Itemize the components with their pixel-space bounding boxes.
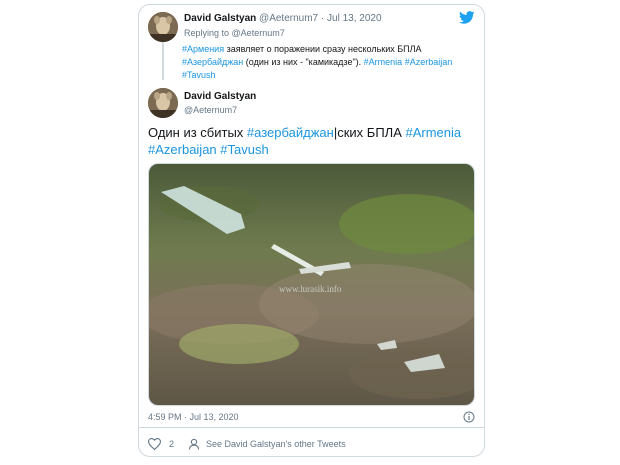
main-text-part: Один из сбитых	[148, 125, 247, 140]
reply-tweet-text: #Армения заявляет о поражении сразу неск…	[182, 43, 478, 82]
like-count: 2	[169, 439, 175, 449]
replying-to-handle[interactable]: @Aeternum7	[232, 28, 285, 38]
hashtag-link[interactable]: #Армения	[182, 44, 224, 54]
main-author-handle[interactable]: @Aeternum7	[184, 105, 237, 115]
photo-watermark: www.lurasik.info	[279, 284, 342, 294]
reply-text-part: (один из них - "камикадзе").	[243, 57, 364, 67]
avatar[interactable]	[148, 12, 178, 42]
separator: ·	[318, 13, 328, 24]
hashtag-link[interactable]: #Азербайджан	[182, 57, 243, 67]
main-author-name[interactable]: David Galstyan	[184, 91, 256, 102]
tweet-date[interactable]: Jul 13, 2020	[327, 13, 382, 24]
hashtag-link[interactable]: #Azerbaijan	[405, 57, 453, 67]
hashtag-link[interactable]: #Tavush	[182, 70, 216, 80]
hashtag-link[interactable]: #Armenia	[364, 57, 403, 67]
tweet-photo[interactable]: www.lurasik.info	[148, 163, 475, 406]
tweet-actions: 2 See David Galstyan's other Tweets	[148, 438, 346, 450]
main-tweet-text: Один из сбитых #азербайджан|ских БПЛА #A…	[148, 124, 478, 158]
reply-author-line: David Galstyan @Aeternum7 · Jul 13, 2020	[184, 13, 382, 24]
replying-to-line: Replying to @Aeternum7	[184, 28, 285, 38]
reply-text-part: заявляет о поражении сразу нескольких БП…	[224, 44, 422, 54]
hashtag-link[interactable]: #Armenia	[405, 125, 461, 140]
tweet-timestamp[interactable]: 4:59 PM · Jul 13, 2020	[148, 412, 239, 422]
info-icon[interactable]	[463, 410, 475, 428]
other-tweets-label: See David Galstyan's other Tweets	[206, 439, 346, 449]
main-text-part: |ских БПЛА	[333, 125, 406, 140]
hashtag-link[interactable]: #Azerbaijan	[148, 142, 217, 157]
avatar[interactable]	[148, 88, 178, 118]
replying-to-label: Replying to	[184, 28, 230, 38]
other-tweets-link[interactable]: See David Galstyan's other Tweets	[188, 438, 346, 450]
heart-icon	[148, 438, 161, 450]
author-handle[interactable]: @Aeternum7	[259, 13, 318, 24]
hashtag-link[interactable]: #Tavush	[220, 142, 268, 157]
author-name[interactable]: David Galstyan	[184, 13, 256, 24]
like-button[interactable]: 2	[148, 438, 174, 450]
thread-connector	[162, 42, 164, 80]
twitter-bird-icon[interactable]	[459, 11, 475, 29]
hashtag-link[interactable]: #азербайджан	[247, 125, 334, 140]
divider	[139, 427, 484, 428]
person-icon	[188, 438, 200, 450]
